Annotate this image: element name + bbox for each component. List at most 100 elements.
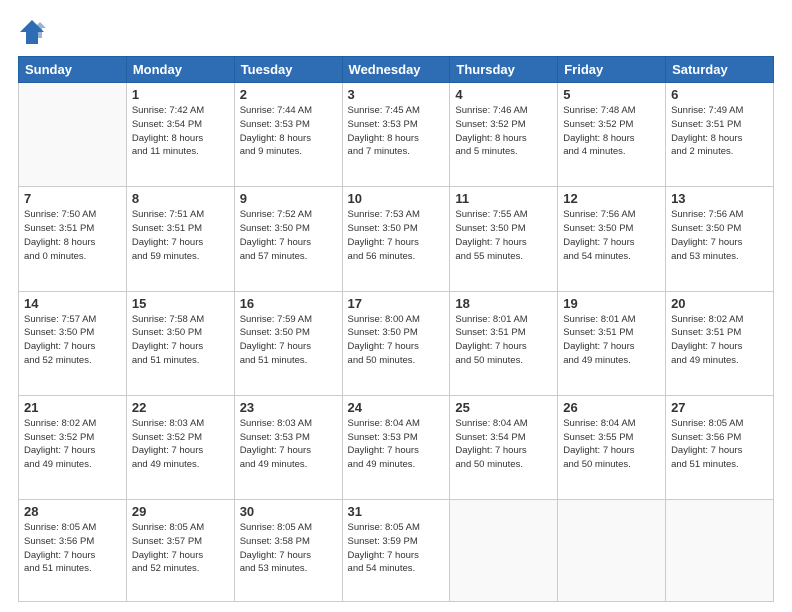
- day-number: 9: [240, 191, 337, 206]
- calendar-cell: 13Sunrise: 7:56 AM Sunset: 3:50 PM Dayli…: [666, 187, 774, 291]
- day-number: 6: [671, 87, 768, 102]
- day-info: Sunrise: 8:01 AM Sunset: 3:51 PM Dayligh…: [455, 313, 552, 368]
- day-info: Sunrise: 8:04 AM Sunset: 3:55 PM Dayligh…: [563, 417, 660, 472]
- weekday-header-sunday: Sunday: [19, 57, 127, 83]
- day-number: 3: [348, 87, 445, 102]
- calendar-cell: 4 Sunrise: 7:46 AM Sunset: 3:52 PM Daylig…: [450, 83, 558, 187]
- day-info: Sunrise: 7:46 AM Sunset: 3:52 PM Dayligh…: [455, 104, 552, 159]
- day-info: Sunrise: 8:05 AM Sunset: 3:58 PM Dayligh…: [240, 521, 337, 576]
- calendar-cell: 5 Sunrise: 7:48 AM Sunset: 3:52 PM Daylig…: [558, 83, 666, 187]
- day-number: 23: [240, 400, 337, 415]
- calendar-cell: 18 Sunrise: 8:01 AM Sunset: 3:51 PM Dayli…: [450, 291, 558, 395]
- day-number: 24: [348, 400, 445, 415]
- day-number: 19: [563, 296, 660, 311]
- calendar-cell: 20 Sunrise: 8:02 AM Sunset: 3:51 PM Dayli…: [666, 291, 774, 395]
- day-number: 25: [455, 400, 552, 415]
- calendar-cell: 16Sunrise: 7:59 AM Sunset: 3:50 PM Dayli…: [234, 291, 342, 395]
- calendar-cell: 23 Sunrise: 8:03 AM Sunset: 3:53 PM Dayli…: [234, 395, 342, 499]
- day-info: Sunrise: 7:50 AM Sunset: 3:51 PM Dayligh…: [24, 208, 121, 263]
- day-number: 8: [132, 191, 229, 206]
- day-info: Sunrise: 8:05 AM Sunset: 3:57 PM Dayligh…: [132, 521, 229, 576]
- day-number: 15: [132, 296, 229, 311]
- day-info: Sunrise: 8:03 AM Sunset: 3:52 PM Dayligh…: [132, 417, 229, 472]
- day-info: Sunrise: 7:58 AM Sunset: 3:50 PM Dayligh…: [132, 313, 229, 368]
- logo: [18, 18, 50, 46]
- calendar-cell: 11 Sunrise: 7:55 AM Sunset: 3:50 PM Dayli…: [450, 187, 558, 291]
- day-info: Sunrise: 8:05 AM Sunset: 3:56 PM Dayligh…: [671, 417, 768, 472]
- day-info: Sunrise: 7:51 AM Sunset: 3:51 PM Dayligh…: [132, 208, 229, 263]
- day-number: 17: [348, 296, 445, 311]
- day-info: Sunrise: 7:48 AM Sunset: 3:52 PM Dayligh…: [563, 104, 660, 159]
- calendar-cell: 14 Sunrise: 7:57 AM Sunset: 3:50 PM Dayli…: [19, 291, 127, 395]
- weekday-header-row: SundayMondayTuesdayWednesdayThursdayFrid…: [19, 57, 774, 83]
- day-info: Sunrise: 7:55 AM Sunset: 3:50 PM Dayligh…: [455, 208, 552, 263]
- calendar-cell: 30 Sunrise: 8:05 AM Sunset: 3:58 PM Dayli…: [234, 500, 342, 602]
- day-info: Sunrise: 8:05 AM Sunset: 3:59 PM Dayligh…: [348, 521, 445, 576]
- week-row-2: 7Sunrise: 7:50 AM Sunset: 3:51 PM Daylig…: [19, 187, 774, 291]
- weekday-header-wednesday: Wednesday: [342, 57, 450, 83]
- day-info: Sunrise: 8:04 AM Sunset: 3:53 PM Dayligh…: [348, 417, 445, 472]
- day-number: 2: [240, 87, 337, 102]
- day-info: Sunrise: 8:04 AM Sunset: 3:54 PM Dayligh…: [455, 417, 552, 472]
- day-number: 20: [671, 296, 768, 311]
- day-number: 13: [671, 191, 768, 206]
- day-info: Sunrise: 7:52 AM Sunset: 3:50 PM Dayligh…: [240, 208, 337, 263]
- day-info: Sunrise: 7:59 AM Sunset: 3:50 PM Dayligh…: [240, 313, 337, 368]
- calendar-cell: 28 Sunrise: 8:05 AM Sunset: 3:56 PM Dayli…: [19, 500, 127, 602]
- day-number: 21: [24, 400, 121, 415]
- calendar-cell: 6 Sunrise: 7:49 AM Sunset: 3:51 PM Daylig…: [666, 83, 774, 187]
- calendar-cell: 21 Sunrise: 8:02 AM Sunset: 3:52 PM Dayli…: [19, 395, 127, 499]
- calendar-cell: 15 Sunrise: 7:58 AM Sunset: 3:50 PM Dayli…: [126, 291, 234, 395]
- calendar-cell: [558, 500, 666, 602]
- day-number: 30: [240, 504, 337, 519]
- logo-icon: [18, 18, 46, 46]
- day-info: Sunrise: 8:05 AM Sunset: 3:56 PM Dayligh…: [24, 521, 121, 576]
- day-info: Sunrise: 7:49 AM Sunset: 3:51 PM Dayligh…: [671, 104, 768, 159]
- day-info: Sunrise: 7:42 AM Sunset: 3:54 PM Dayligh…: [132, 104, 229, 159]
- day-number: 27: [671, 400, 768, 415]
- calendar-cell: 26Sunrise: 8:04 AM Sunset: 3:55 PM Dayli…: [558, 395, 666, 499]
- day-number: 14: [24, 296, 121, 311]
- week-row-3: 14 Sunrise: 7:57 AM Sunset: 3:50 PM Dayli…: [19, 291, 774, 395]
- calendar-cell: [450, 500, 558, 602]
- calendar-cell: 9 Sunrise: 7:52 AM Sunset: 3:50 PM Daylig…: [234, 187, 342, 291]
- calendar-cell: 17 Sunrise: 8:00 AM Sunset: 3:50 PM Dayli…: [342, 291, 450, 395]
- weekday-header-friday: Friday: [558, 57, 666, 83]
- day-number: 29: [132, 504, 229, 519]
- calendar-cell: 25 Sunrise: 8:04 AM Sunset: 3:54 PM Dayli…: [450, 395, 558, 499]
- header: [18, 18, 774, 46]
- day-number: 31: [348, 504, 445, 519]
- day-info: Sunrise: 8:02 AM Sunset: 3:51 PM Dayligh…: [671, 313, 768, 368]
- day-number: 28: [24, 504, 121, 519]
- day-info: Sunrise: 8:02 AM Sunset: 3:52 PM Dayligh…: [24, 417, 121, 472]
- day-number: 11: [455, 191, 552, 206]
- calendar-cell: 19 Sunrise: 8:01 AM Sunset: 3:51 PM Dayli…: [558, 291, 666, 395]
- calendar-cell: 8 Sunrise: 7:51 AM Sunset: 3:51 PM Daylig…: [126, 187, 234, 291]
- day-info: Sunrise: 8:00 AM Sunset: 3:50 PM Dayligh…: [348, 313, 445, 368]
- week-row-1: 1Sunrise: 7:42 AM Sunset: 3:54 PM Daylig…: [19, 83, 774, 187]
- day-info: Sunrise: 7:53 AM Sunset: 3:50 PM Dayligh…: [348, 208, 445, 263]
- calendar-cell: 3 Sunrise: 7:45 AM Sunset: 3:53 PM Daylig…: [342, 83, 450, 187]
- day-number: 10: [348, 191, 445, 206]
- week-row-5: 28 Sunrise: 8:05 AM Sunset: 3:56 PM Dayli…: [19, 500, 774, 602]
- day-info: Sunrise: 7:45 AM Sunset: 3:53 PM Dayligh…: [348, 104, 445, 159]
- day-number: 22: [132, 400, 229, 415]
- day-number: 5: [563, 87, 660, 102]
- day-info: Sunrise: 7:57 AM Sunset: 3:50 PM Dayligh…: [24, 313, 121, 368]
- calendar-cell: 7Sunrise: 7:50 AM Sunset: 3:51 PM Daylig…: [19, 187, 127, 291]
- day-number: 4: [455, 87, 552, 102]
- weekday-header-monday: Monday: [126, 57, 234, 83]
- day-info: Sunrise: 8:01 AM Sunset: 3:51 PM Dayligh…: [563, 313, 660, 368]
- calendar-table: SundayMondayTuesdayWednesdayThursdayFrid…: [18, 56, 774, 602]
- day-number: 18: [455, 296, 552, 311]
- calendar-cell: 12Sunrise: 7:56 AM Sunset: 3:50 PM Dayli…: [558, 187, 666, 291]
- calendar-cell: 1Sunrise: 7:42 AM Sunset: 3:54 PM Daylig…: [126, 83, 234, 187]
- weekday-header-saturday: Saturday: [666, 57, 774, 83]
- day-info: Sunrise: 8:03 AM Sunset: 3:53 PM Dayligh…: [240, 417, 337, 472]
- page: SundayMondayTuesdayWednesdayThursdayFrid…: [0, 0, 792, 612]
- weekday-header-thursday: Thursday: [450, 57, 558, 83]
- calendar-cell: 27 Sunrise: 8:05 AM Sunset: 3:56 PM Dayli…: [666, 395, 774, 499]
- day-number: 12: [563, 191, 660, 206]
- calendar-cell: [19, 83, 127, 187]
- week-row-4: 21 Sunrise: 8:02 AM Sunset: 3:52 PM Dayli…: [19, 395, 774, 499]
